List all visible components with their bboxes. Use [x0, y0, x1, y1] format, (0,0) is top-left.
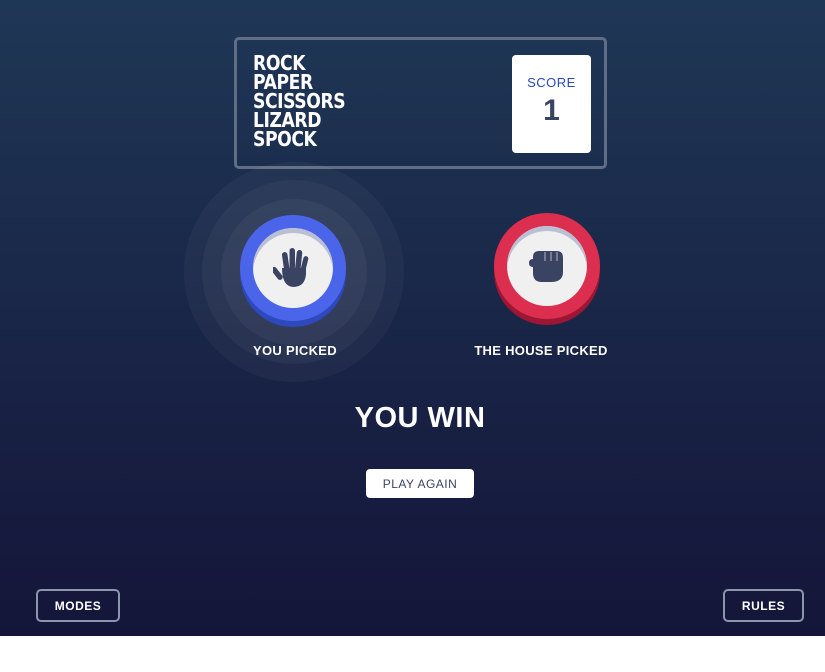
score-box: SCORE 1 — [512, 55, 591, 153]
house-pick-label: THE HOUSE PICKED — [474, 343, 608, 358]
paper-hand-icon — [273, 248, 309, 287]
player-pick-face — [253, 228, 333, 308]
house-pick-face — [507, 226, 587, 306]
play-again-button[interactable]: PLAY AGAIN — [366, 469, 474, 498]
modes-button[interactable]: MODES — [36, 589, 120, 622]
rock-fist-icon — [529, 251, 563, 282]
game-board: ROCK PAPER SCISSORS LIZARD SPOCK SCORE 1 — [0, 0, 825, 636]
score-value: 1 — [543, 94, 560, 127]
result-message: YOU WIN — [354, 402, 486, 434]
player-pick-paper-token — [240, 215, 346, 321]
player-pick-label: YOU PICKED — [253, 343, 337, 358]
game-title: ROCK PAPER SCISSORS LIZARD SPOCK — [253, 53, 346, 151]
title-line-spock: SPOCK — [253, 127, 317, 151]
house-pick-rock-token — [494, 213, 600, 319]
score-header: ROCK PAPER SCISSORS LIZARD SPOCK SCORE 1 — [234, 37, 607, 169]
rules-button[interactable]: RULES — [723, 589, 804, 622]
score-label: SCORE — [527, 75, 576, 90]
